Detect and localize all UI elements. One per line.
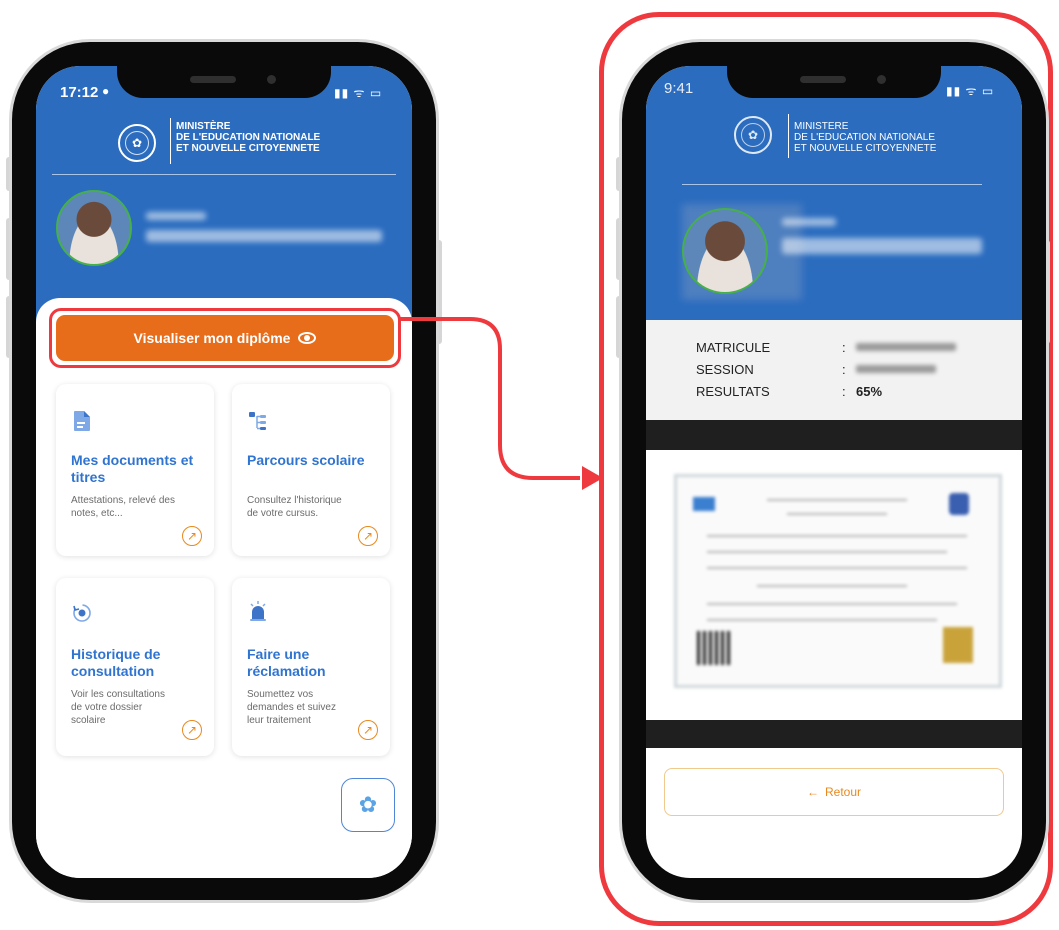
qr-code bbox=[697, 631, 731, 665]
diploma-line bbox=[707, 619, 937, 621]
resultats-label: RESULTATS bbox=[696, 384, 770, 399]
camera bbox=[877, 75, 886, 84]
diploma-line bbox=[707, 535, 967, 537]
matricule-row: MATRICULE : bbox=[696, 340, 996, 356]
matricule-label: MATRICULE bbox=[696, 340, 771, 355]
student-name-blurred bbox=[782, 218, 836, 226]
session-colon: : bbox=[842, 362, 846, 377]
ministry-title: MINISTERE DE L'EDUCATION NATIONALE ET NO… bbox=[794, 121, 937, 154]
session-row: SESSION : bbox=[696, 362, 996, 378]
resultats-value: 65% bbox=[856, 384, 883, 399]
session-value-blurred bbox=[856, 365, 936, 373]
diploma-line bbox=[707, 603, 957, 605]
right-status-time: 9:41 bbox=[664, 80, 694, 97]
diploma-line bbox=[767, 499, 907, 501]
arrow-left-icon: ← bbox=[806, 785, 819, 799]
diploma-bottom-band bbox=[646, 720, 1022, 748]
right-phone: 9:41 ▮▮ ᯤ ▭ ✿ MINISTERE DE L'EDUCATION N… bbox=[622, 42, 1046, 900]
diploma-seal bbox=[949, 493, 969, 515]
right-notch bbox=[727, 66, 941, 98]
right-status-icons: ▮▮ ᯤ ▭ bbox=[946, 84, 995, 98]
flag-emblem bbox=[693, 497, 715, 511]
header-rule bbox=[682, 184, 982, 185]
right-phone-screen: 9:41 ▮▮ ᯤ ▭ ✿ MINISTERE DE L'EDUCATION N… bbox=[646, 66, 1022, 878]
diploma-photo bbox=[943, 627, 973, 663]
resultats-colon: : bbox=[842, 384, 846, 399]
session-label: SESSION bbox=[696, 362, 754, 377]
matricule-value-blurred bbox=[856, 343, 956, 351]
diploma-line bbox=[707, 567, 967, 569]
diploma-image[interactable] bbox=[674, 474, 1002, 688]
speaker bbox=[800, 76, 846, 83]
header-divider bbox=[788, 114, 789, 158]
student-avatar bbox=[682, 208, 768, 294]
retour-button[interactable]: ← Retour bbox=[664, 768, 1004, 816]
diploma-top-band bbox=[646, 420, 1022, 450]
diploma-line bbox=[707, 551, 947, 553]
matricule-colon: : bbox=[842, 340, 846, 355]
student-fullname-blurred bbox=[782, 238, 982, 254]
diploma-line bbox=[757, 585, 907, 587]
coat-of-arms-seal-icon: ✿ bbox=[734, 116, 772, 154]
resultats-row: RESULTATS : 65% bbox=[696, 384, 996, 400]
retour-label: Retour bbox=[824, 785, 862, 799]
diploma-line bbox=[787, 513, 887, 515]
